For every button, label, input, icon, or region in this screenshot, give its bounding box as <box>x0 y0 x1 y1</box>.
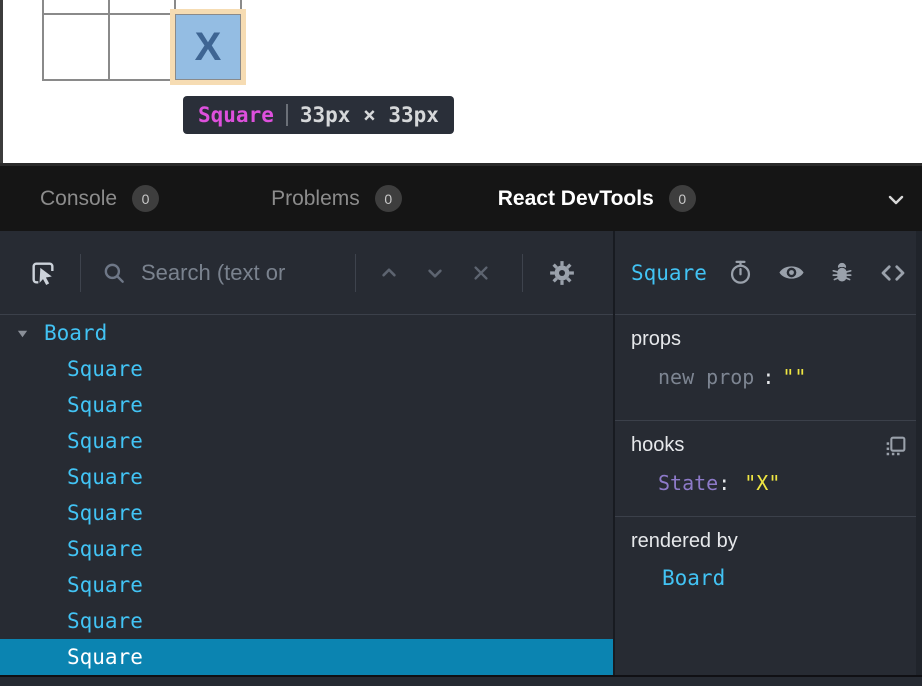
inspect-dom-eye-icon[interactable] <box>777 258 806 287</box>
inspect-element-icon[interactable] <box>27 257 59 289</box>
tree-item-square[interactable]: Square <box>0 639 613 675</box>
tree-item-square[interactable]: Square <box>0 567 613 603</box>
view-source-code-icon[interactable] <box>878 258 908 288</box>
panel-bottom-strip <box>0 675 922 686</box>
component-name: Square <box>67 393 143 417</box>
tree-item-square[interactable]: Square <box>0 387 613 423</box>
components-pane: Board Square Square Square Square Square Squar… <box>0 231 613 675</box>
clear-search-icon[interactable] <box>468 260 494 286</box>
tree-item-square[interactable]: Square <box>0 531 613 567</box>
tree-indent <box>16 327 44 340</box>
component-tree: Board Square Square Square Square Square Squar… <box>0 315 613 675</box>
tree-item-square[interactable]: Square <box>0 495 613 531</box>
search-input[interactable] <box>139 259 347 287</box>
hooks-heading: hooks <box>631 434 906 457</box>
tree-item-square[interactable]: Square <box>0 603 613 639</box>
tree-item-square[interactable]: Square <box>0 351 613 387</box>
tooltip-component-name: Square <box>198 103 274 127</box>
tab-label: Console <box>40 187 117 211</box>
suspend-timer-icon[interactable] <box>727 259 754 286</box>
toolbar-divider <box>355 254 356 292</box>
settings-gear-icon[interactable] <box>547 258 577 288</box>
tab-count-badge: 0 <box>375 185 402 212</box>
tooltip-dimensions: 33px × 33px <box>300 103 439 127</box>
browser-content-area: X Square 33px × 33px <box>0 0 922 163</box>
search-previous-icon[interactable] <box>376 260 402 286</box>
toolbar-divider <box>80 254 81 292</box>
expander-triangle-icon[interactable] <box>16 327 29 340</box>
component-name: Square <box>67 429 143 453</box>
tree-item-square[interactable]: Square <box>0 423 613 459</box>
inspector-header: Square <box>615 231 922 315</box>
panel-tab-strip: Console 0 Problems 0 React DevTools 0 <box>0 163 922 231</box>
hook-value[interactable]: "X" <box>744 471 780 495</box>
hooks-section: hooks State: "X" <box>615 421 922 517</box>
new-prop-label[interactable]: new prop <box>658 365 754 389</box>
inspector-pane: Square <box>613 231 922 675</box>
component-name: Board <box>44 321 107 345</box>
rendered-by-heading: rendered by <box>631 530 906 553</box>
board-cell[interactable] <box>43 0 109 14</box>
component-name: Square <box>67 573 143 597</box>
board-cell[interactable] <box>175 0 241 14</box>
props-heading: props <box>631 328 906 351</box>
component-name: Square <box>67 501 143 525</box>
parse-hook-names-icon[interactable] <box>883 434 908 459</box>
tree-item-board[interactable]: Board <box>0 315 613 351</box>
component-name: Square <box>67 537 143 561</box>
search-next-icon[interactable] <box>422 260 448 286</box>
state-hook-row[interactable]: State: "X" <box>658 471 906 495</box>
rendered-by-link[interactable]: Board <box>662 566 725 590</box>
component-name: Square <box>67 357 143 381</box>
tab-count-badge: 0 <box>669 185 696 212</box>
component-name: Square <box>67 465 143 489</box>
inspect-overlay-tooltip: Square 33px × 33px <box>183 96 454 134</box>
board-cell[interactable] <box>43 14 109 80</box>
colon: : <box>718 471 730 495</box>
scrollbar-gutter <box>916 231 922 686</box>
selected-component-title: Square <box>631 261 707 285</box>
tab-label: Problems <box>271 187 360 211</box>
tab-react-devtools[interactable]: React DevTools 0 <box>498 185 696 212</box>
colon: : <box>762 365 774 389</box>
search-icon <box>101 260 127 286</box>
tic-tac-toe-board: X <box>42 0 242 81</box>
tree-item-square[interactable]: Square <box>0 459 613 495</box>
tooltip-divider <box>286 104 288 126</box>
toolbar-divider <box>522 254 523 292</box>
tab-label: React DevTools <box>498 187 654 211</box>
chevron-down-icon[interactable] <box>884 188 908 212</box>
new-prop-row[interactable]: new prop : "" <box>658 365 906 389</box>
new-prop-value[interactable]: "" <box>782 365 806 389</box>
tab-count-badge: 0 <box>132 185 159 212</box>
rendered-by-section: rendered by Board <box>615 517 922 675</box>
components-toolbar <box>0 231 613 315</box>
debug-bug-icon[interactable] <box>829 260 855 286</box>
viewport-left-border <box>0 0 3 163</box>
hook-name: State <box>658 471 718 495</box>
props-section: props new prop : "" <box>615 315 922 421</box>
component-name: Square <box>67 645 143 669</box>
tab-problems[interactable]: Problems 0 <box>271 185 402 212</box>
tab-console[interactable]: Console 0 <box>40 185 159 212</box>
board-cell[interactable] <box>109 0 175 14</box>
board-cell-inspected[interactable]: X <box>175 14 241 80</box>
react-devtools-panel: Board Square Square Square Square Square Squar… <box>0 231 922 675</box>
component-name: Square <box>67 609 143 633</box>
board-cell[interactable] <box>109 14 175 80</box>
